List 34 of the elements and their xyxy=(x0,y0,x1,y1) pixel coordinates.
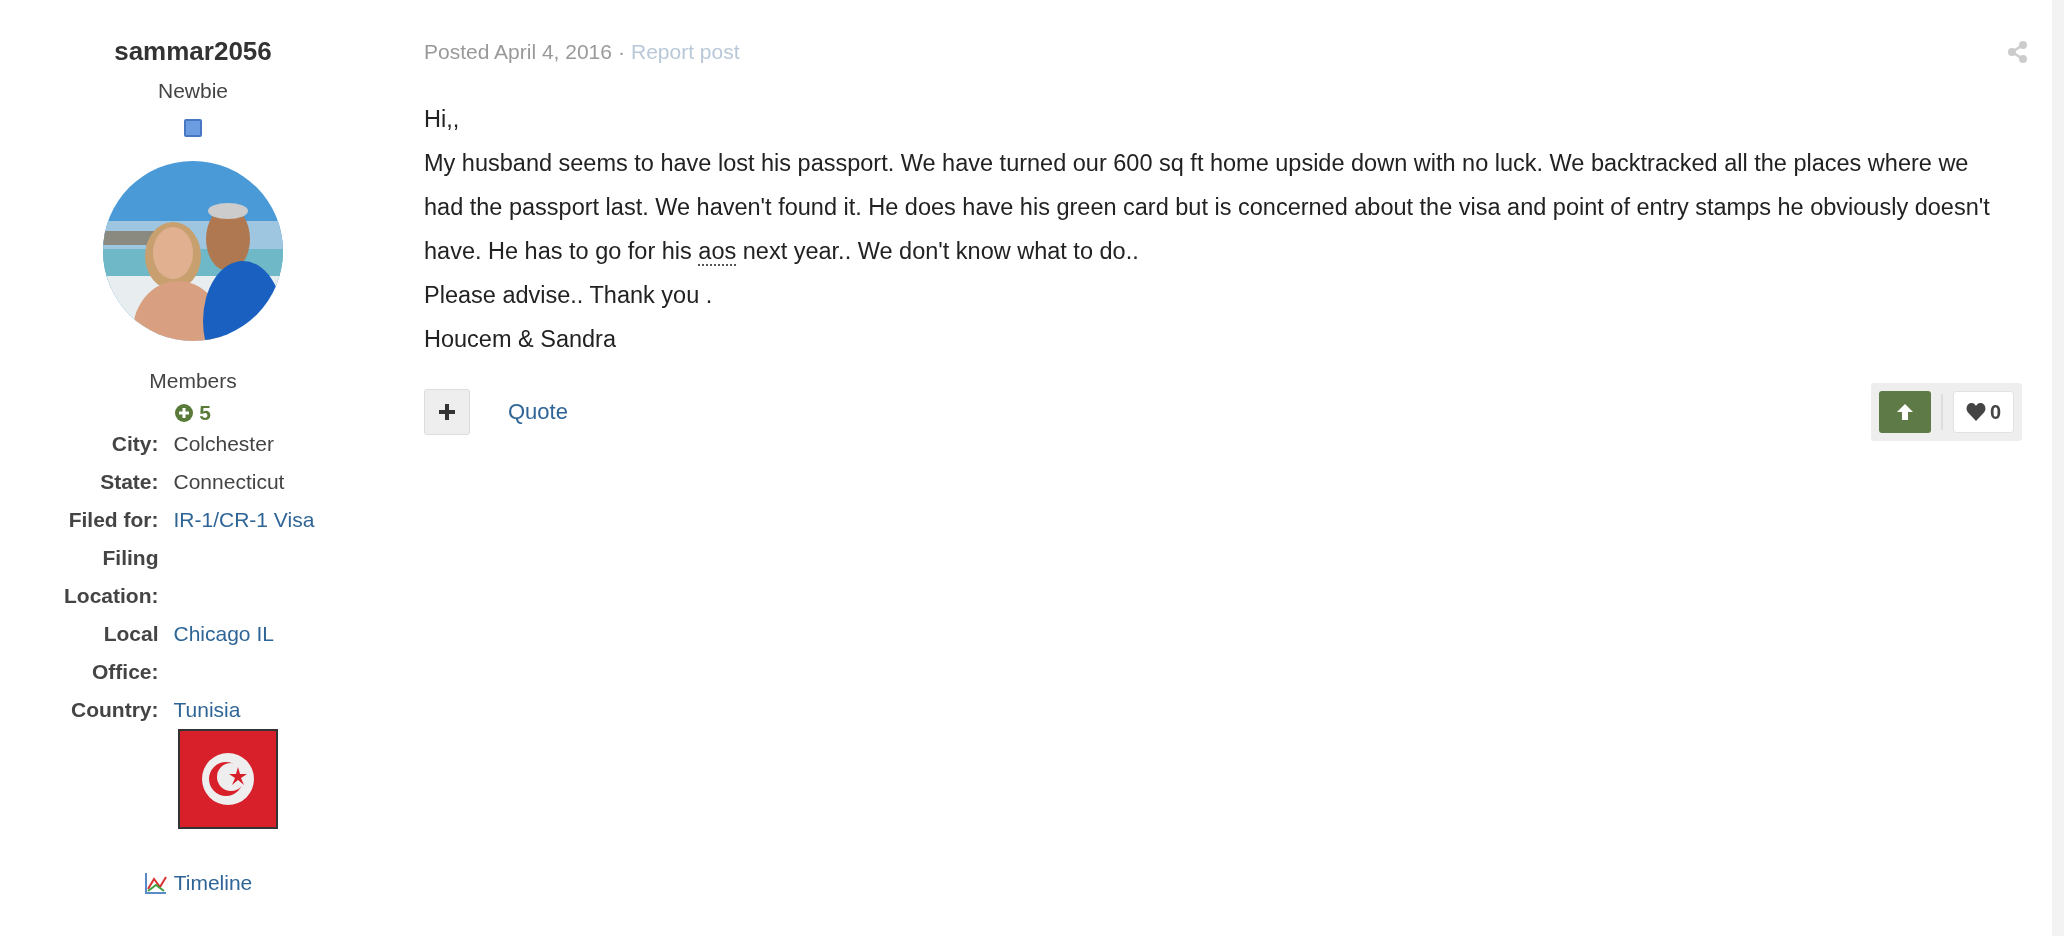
field-link[interactable]: Chicago IL xyxy=(173,615,324,691)
field-link[interactable]: Tunisia xyxy=(173,691,324,729)
plus-circle-icon xyxy=(175,404,194,422)
chart-icon xyxy=(143,871,168,895)
quote-link[interactable]: Quote xyxy=(508,399,568,425)
post-text: Houcem & Sandra xyxy=(424,325,618,354)
field-value: Colchester xyxy=(173,431,275,457)
flag-icon xyxy=(178,729,278,829)
member-rank: Newbie xyxy=(157,79,228,103)
abbreviation[interactable]: aos xyxy=(698,238,737,266)
username[interactable]: sammar2056 xyxy=(114,36,272,67)
field-label: Filed for: xyxy=(67,507,159,533)
post-text: Hi,, xyxy=(424,105,461,134)
field-label: Filing Location: xyxy=(63,545,159,609)
upvote-button[interactable] xyxy=(1878,391,1931,433)
post-text: Please advise.. Thank you . xyxy=(424,281,714,310)
separator: · xyxy=(617,40,625,64)
reaction-count-button[interactable]: 0 xyxy=(1952,391,2014,433)
timeline-link[interactable]: Timeline xyxy=(143,871,253,895)
heart-icon xyxy=(1965,403,1986,421)
field-label: Country: xyxy=(70,697,159,723)
field-value: Connecticut xyxy=(173,469,286,495)
field-label: State: xyxy=(99,469,159,495)
arrow-up-icon xyxy=(1895,403,1914,421)
post-paragraph: My husband seems to have lost his passport. We have turned our 600 sq ft home upside down with no luck. We backtracked all the places where we had the passport last. We haven't found it. He does have his green card but is concerned about the visa and point of entry stamps he obviously doesn't have. He has to go for his aos next year.. We don't know what to do.. xyxy=(424,149,1991,268)
field-link[interactable]: IR-1/CR-1 Visa xyxy=(173,501,324,539)
member-group: Members xyxy=(149,369,237,393)
post-date: Posted April 4, 2016 xyxy=(424,40,612,64)
field-label: Local Office: xyxy=(91,621,159,685)
plus-icon xyxy=(439,404,455,420)
reputation-value: 5 xyxy=(199,401,211,425)
rank-pip-icon xyxy=(184,119,202,137)
field-label: City: xyxy=(110,431,159,457)
multiquote-button[interactable] xyxy=(424,389,470,435)
